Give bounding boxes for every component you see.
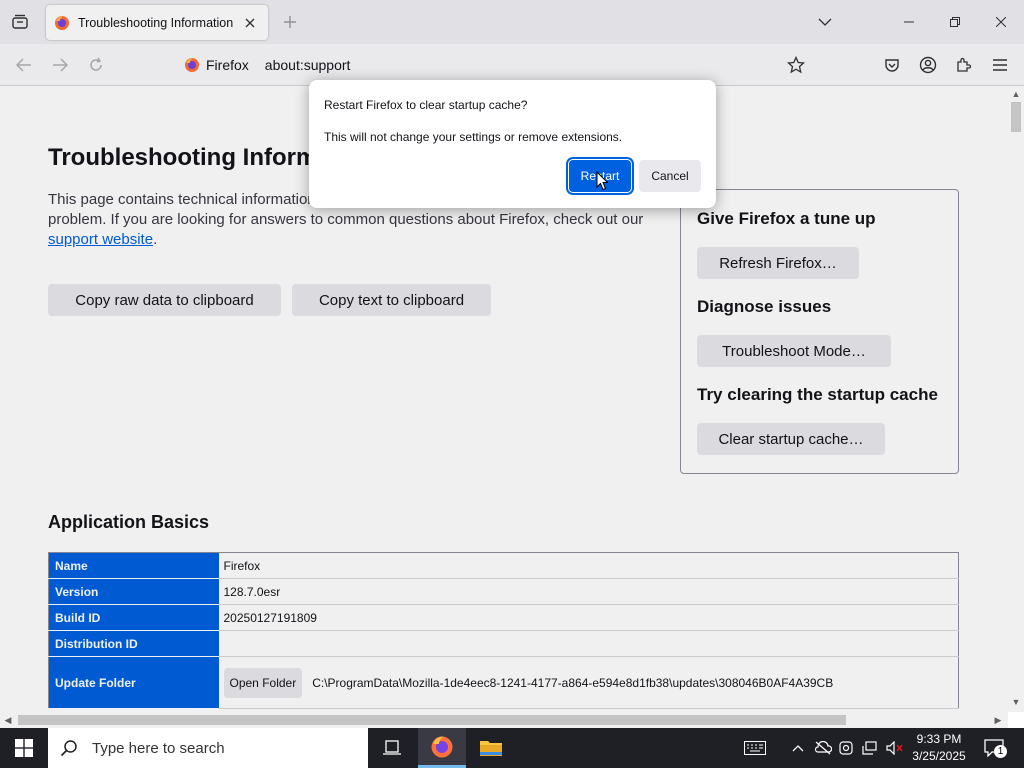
notification-count: 1 — [994, 745, 1007, 758]
cloud-offline-icon — [814, 741, 832, 755]
network-icon — [862, 741, 877, 755]
network-button[interactable] — [860, 728, 880, 768]
scroll-up-arrow-icon[interactable]: ▲ — [1008, 86, 1024, 102]
scroll-left-arrow-icon[interactable]: ◀ — [0, 712, 16, 728]
chevron-up-icon — [792, 745, 804, 752]
mouse-cursor-icon — [596, 171, 608, 191]
taskbar-firefox[interactable] — [418, 728, 466, 768]
firefox-logo-icon — [431, 736, 453, 757]
clock-time: 9:33 PM — [916, 732, 962, 746]
start-button[interactable] — [0, 728, 48, 768]
vertical-scroll-thumb[interactable] — [1011, 102, 1021, 132]
camera-icon — [839, 741, 853, 755]
search-placeholder: Type here to search — [92, 739, 225, 757]
action-center-button[interactable]: 1 — [978, 728, 1010, 768]
scroll-right-arrow-icon[interactable]: ▶ — [990, 712, 1006, 728]
task-view-button[interactable] — [368, 728, 416, 768]
taskbar-file-explorer[interactable] — [467, 728, 515, 768]
meet-now-button[interactable] — [836, 728, 856, 768]
show-hidden-icons-button[interactable] — [788, 728, 808, 768]
dialog-message: This will not change your settings or re… — [324, 130, 623, 144]
dialog-title: Restart Firefox to clear startup cache? — [324, 98, 528, 112]
keyboard-layout-button[interactable] — [740, 728, 770, 768]
cancel-button[interactable]: Cancel — [639, 160, 701, 192]
taskbar-clock[interactable]: 9:33 PM 3/25/2025 — [906, 731, 972, 765]
folder-icon — [480, 741, 502, 756]
volume-muted-icon — [886, 741, 903, 755]
horizontal-scroll-thumb[interactable] — [18, 715, 846, 725]
onedrive-button[interactable] — [812, 728, 834, 768]
windows-logo-icon — [15, 739, 33, 757]
horizontal-scrollbar[interactable]: ◀ ▶ — [0, 712, 1008, 728]
keyboard-icon — [744, 741, 766, 755]
volume-button[interactable] — [884, 728, 906, 768]
windows-taskbar: Type here to search 9:33 PM 3/25/2025 1 — [0, 728, 1024, 768]
clock-date: 3/25/2025 — [912, 749, 966, 763]
task-view-icon — [383, 740, 401, 755]
taskbar-search-box[interactable]: Type here to search — [48, 728, 368, 768]
restart-confirm-dialog: Restart Firefox to clear startup cache? … — [309, 80, 716, 208]
search-icon — [60, 740, 77, 757]
scroll-down-arrow-icon[interactable]: ▼ — [1008, 694, 1024, 710]
vertical-scrollbar[interactable]: ▲ ▼ — [1008, 86, 1024, 712]
